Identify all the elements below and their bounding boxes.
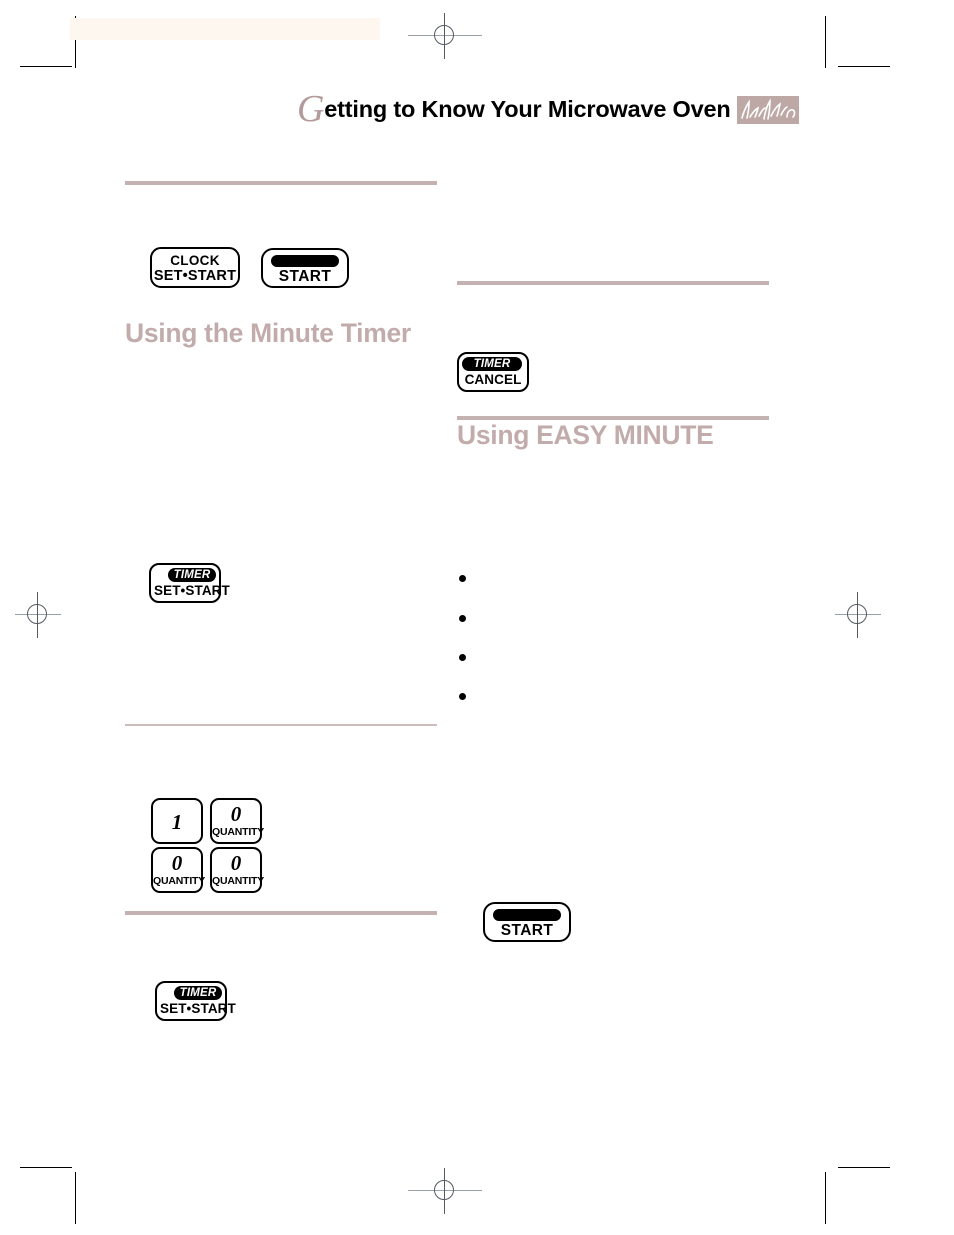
button-pill-label: TIMER bbox=[174, 986, 222, 1000]
registration-mark-right bbox=[835, 592, 881, 638]
registration-mark-circle bbox=[434, 1180, 454, 1200]
crop-mark-top-right-horizontal bbox=[838, 66, 890, 67]
button-timer-set-start-1[interactable]: TIMER SET•START bbox=[149, 563, 230, 603]
button-timer-cancel[interactable]: TIMER CANCEL bbox=[457, 352, 529, 392]
crop-mark-bottom-left-horizontal bbox=[20, 1167, 72, 1168]
keypad-key-subtitle: QUANTITY bbox=[212, 875, 265, 887]
keypad-key-0-quantity-c[interactable]: 0 QUANTITY bbox=[210, 847, 265, 893]
list-item-bullet bbox=[459, 615, 466, 622]
section-rule bbox=[125, 181, 437, 185]
button-label-line1: CLOCK bbox=[170, 253, 220, 268]
heading-using-easy-minute: Using EASY MINUTE bbox=[457, 420, 714, 450]
list-item-bullet bbox=[459, 654, 466, 661]
button-pill-label: TIMER bbox=[168, 568, 216, 582]
page-title: Getting to Know Your Microwave Oven bbox=[297, 90, 731, 128]
keypad-key-digit: 1 bbox=[171, 810, 183, 834]
signature-logo-icon bbox=[737, 96, 799, 124]
title-text: etting to Know Your Microwave Oven bbox=[324, 96, 731, 122]
registration-mark-top bbox=[408, 13, 482, 59]
button-label: START bbox=[278, 268, 332, 285]
registration-mark-circle bbox=[434, 25, 454, 45]
keypad-key-digit: 0 bbox=[230, 851, 242, 875]
list-item-bullet bbox=[459, 693, 466, 700]
keypad-key-0-quantity-a[interactable]: 0 QUANTITY bbox=[210, 798, 265, 844]
document-page: Getting to Know Your Microwave Oven CLOC… bbox=[0, 0, 954, 1235]
color-calibration-bar bbox=[70, 18, 380, 40]
section-rule bbox=[125, 911, 437, 915]
keypad-key-0-quantity-b[interactable]: 0 QUANTITY bbox=[151, 847, 206, 893]
button-label: START bbox=[500, 922, 554, 939]
registration-mark-circle bbox=[847, 604, 867, 624]
registration-mark-bottom bbox=[408, 1168, 482, 1214]
registration-mark-circle bbox=[27, 604, 47, 624]
button-label: SET•START bbox=[154, 583, 230, 598]
button-start[interactable]: START bbox=[261, 248, 349, 288]
crop-mark-top-right-vertical bbox=[825, 16, 826, 68]
keypad-key-subtitle: QUANTITY bbox=[153, 875, 206, 887]
crop-mark-bottom-right-horizontal bbox=[838, 1167, 890, 1168]
section-rule bbox=[457, 281, 769, 285]
button-indicator-bar bbox=[493, 909, 561, 921]
button-label-line2: SET•START bbox=[153, 268, 237, 284]
section-rule bbox=[125, 724, 437, 726]
crop-mark-bottom-left-vertical bbox=[75, 1172, 76, 1224]
keypad-key-1[interactable]: 1 bbox=[151, 798, 203, 844]
keypad-key-digit: 0 bbox=[171, 851, 183, 875]
button-label: SET•START bbox=[160, 1001, 236, 1016]
button-clock-set-start[interactable]: CLOCK SET•START bbox=[150, 247, 240, 288]
button-label: CANCEL bbox=[464, 372, 522, 387]
list-item-bullet bbox=[459, 575, 466, 582]
heading-using-the-minute-timer: Using the Minute Timer bbox=[125, 318, 411, 348]
crop-mark-bottom-right-vertical bbox=[825, 1172, 826, 1224]
registration-mark-left bbox=[15, 592, 61, 638]
keypad-key-digit: 0 bbox=[230, 802, 242, 826]
button-indicator-bar bbox=[271, 255, 339, 267]
crop-mark-top-left-horizontal bbox=[20, 66, 72, 67]
button-pill-label: TIMER bbox=[462, 357, 522, 371]
page-header: Getting to Know Your Microwave Oven bbox=[297, 90, 807, 134]
button-timer-set-start-2[interactable]: TIMER SET•START bbox=[155, 981, 236, 1021]
keypad-key-subtitle: QUANTITY bbox=[212, 826, 265, 838]
title-dropcap: G bbox=[297, 88, 325, 130]
button-start-bottom[interactable]: START bbox=[483, 902, 571, 942]
